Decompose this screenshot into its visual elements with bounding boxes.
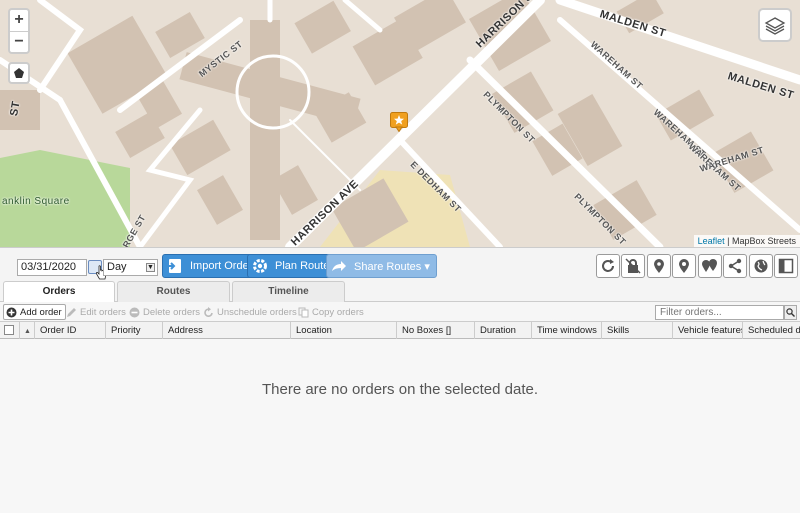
- map-attribution: Leaflet | MapBox Streets: [693, 235, 800, 247]
- period-value: Day: [107, 261, 127, 273]
- marker-pin-icon: [654, 259, 664, 273]
- multi-pin-button[interactable]: [698, 254, 722, 278]
- copy-orders-button[interactable]: Copy orders: [298, 304, 364, 320]
- marker-pin-button[interactable]: [647, 254, 671, 278]
- pin-button[interactable]: [672, 254, 696, 278]
- edit-orders-label: Edit orders: [80, 306, 126, 318]
- sort-up-icon: ▲: [24, 328, 31, 335]
- filter-orders-input[interactable]: [655, 305, 784, 320]
- plus-circle-icon: [6, 307, 17, 317]
- column-header-time-windows[interactable]: Time windows: [531, 322, 601, 339]
- tab-routes[interactable]: Routes: [117, 281, 230, 302]
- map-view[interactable]: HARRISON ST MALDEN ST MALDEN ST MYSTIC S…: [0, 0, 800, 247]
- add-order-button[interactable]: Add order: [3, 304, 66, 320]
- refresh-button[interactable]: [596, 254, 620, 278]
- orders-table-header: ▲ Order ID Priority Address Location No …: [0, 321, 800, 339]
- layers-button[interactable]: [758, 8, 792, 42]
- chevron-down-icon: ▼: [146, 263, 155, 272]
- park-label: anklin Square: [2, 196, 70, 207]
- tab-bar: Orders Routes Timeline: [0, 280, 800, 303]
- tab-orders[interactable]: Orders: [3, 281, 115, 303]
- column-header-skills[interactable]: Skills: [601, 322, 672, 339]
- pin-icon: [679, 259, 689, 273]
- edit-orders-button[interactable]: Edit orders: [66, 304, 126, 320]
- search-button[interactable]: [784, 305, 797, 320]
- orders-table-body: There are no orders on the selected date…: [0, 339, 800, 513]
- search-icon: [786, 308, 795, 317]
- tab-timeline[interactable]: Timeline: [232, 281, 345, 302]
- delete-orders-button[interactable]: Delete orders: [129, 304, 200, 320]
- delete-orders-label: Delete orders: [143, 306, 201, 318]
- column-header-location[interactable]: Location: [290, 322, 396, 339]
- toolbar: 03/31/2020 Day ▼ Import Orders Plan Rout…: [0, 247, 800, 280]
- share-button[interactable]: [723, 254, 747, 278]
- sort-column[interactable]: ▲: [19, 322, 34, 339]
- pencil-icon: [67, 307, 76, 317]
- empty-state-message: There are no orders on the selected date…: [261, 381, 538, 398]
- unschedule-orders-button[interactable]: Unschedule orders: [203, 304, 297, 320]
- share-routes-label: Share Routes ▾: [354, 260, 430, 273]
- depot-marker-icon[interactable]: [390, 112, 408, 133]
- unschedule-orders-label: Unschedule orders: [217, 306, 297, 318]
- refresh-icon: [602, 259, 614, 272]
- lock-button[interactable]: [621, 254, 645, 278]
- column-header-duration[interactable]: Duration: [474, 322, 531, 339]
- period-select[interactable]: Day ▼: [103, 259, 158, 276]
- column-header-address[interactable]: Address: [162, 322, 290, 339]
- zoom-in-button[interactable]: +: [10, 10, 28, 31]
- date-input[interactable]: 03/31/2020: [17, 259, 87, 276]
- multi-pin-icon: [702, 259, 717, 272]
- column-header-scheduled-driver[interactable]: Scheduled dr: [742, 322, 800, 339]
- column-header-vehicle-features[interactable]: Vehicle features: [672, 322, 742, 339]
- undo-icon: [204, 306, 213, 317]
- column-header-no-boxes[interactable]: No Boxes []: [396, 322, 474, 339]
- lock-icon: [625, 258, 641, 274]
- share-icon: [728, 258, 742, 274]
- globe-button[interactable]: [749, 254, 773, 278]
- share-arrow-icon: [330, 257, 348, 275]
- draw-polygon-button[interactable]: [8, 62, 30, 84]
- column-header-order-id[interactable]: Order ID: [34, 322, 105, 339]
- panel-toggle-button[interactable]: [774, 254, 798, 278]
- leaflet-link[interactable]: Leaflet: [698, 236, 725, 246]
- polygon-icon: [14, 68, 24, 78]
- select-all-checkbox[interactable]: [4, 325, 14, 335]
- attribution-text: | MapBox Streets: [727, 236, 796, 246]
- minus-circle-icon: [129, 307, 140, 317]
- share-routes-button[interactable]: Share Routes ▾: [326, 254, 437, 278]
- zoom-control: + −: [8, 8, 30, 54]
- select-all-checkbox-cell[interactable]: [0, 322, 19, 339]
- orders-action-bar: Add order Edit orders Delete orders Unsc…: [0, 302, 800, 321]
- column-header-priority[interactable]: Priority: [105, 322, 162, 339]
- globe-icon: [754, 259, 768, 273]
- gear-icon: [251, 257, 269, 275]
- layers-icon: [764, 17, 786, 35]
- add-order-label: Add order: [20, 306, 62, 318]
- panel-toggle-icon: [778, 258, 794, 274]
- copy-orders-label: Copy orders: [312, 306, 364, 318]
- zoom-out-button[interactable]: −: [10, 31, 28, 52]
- import-icon: [166, 257, 184, 275]
- copy-icon: [298, 307, 309, 317]
